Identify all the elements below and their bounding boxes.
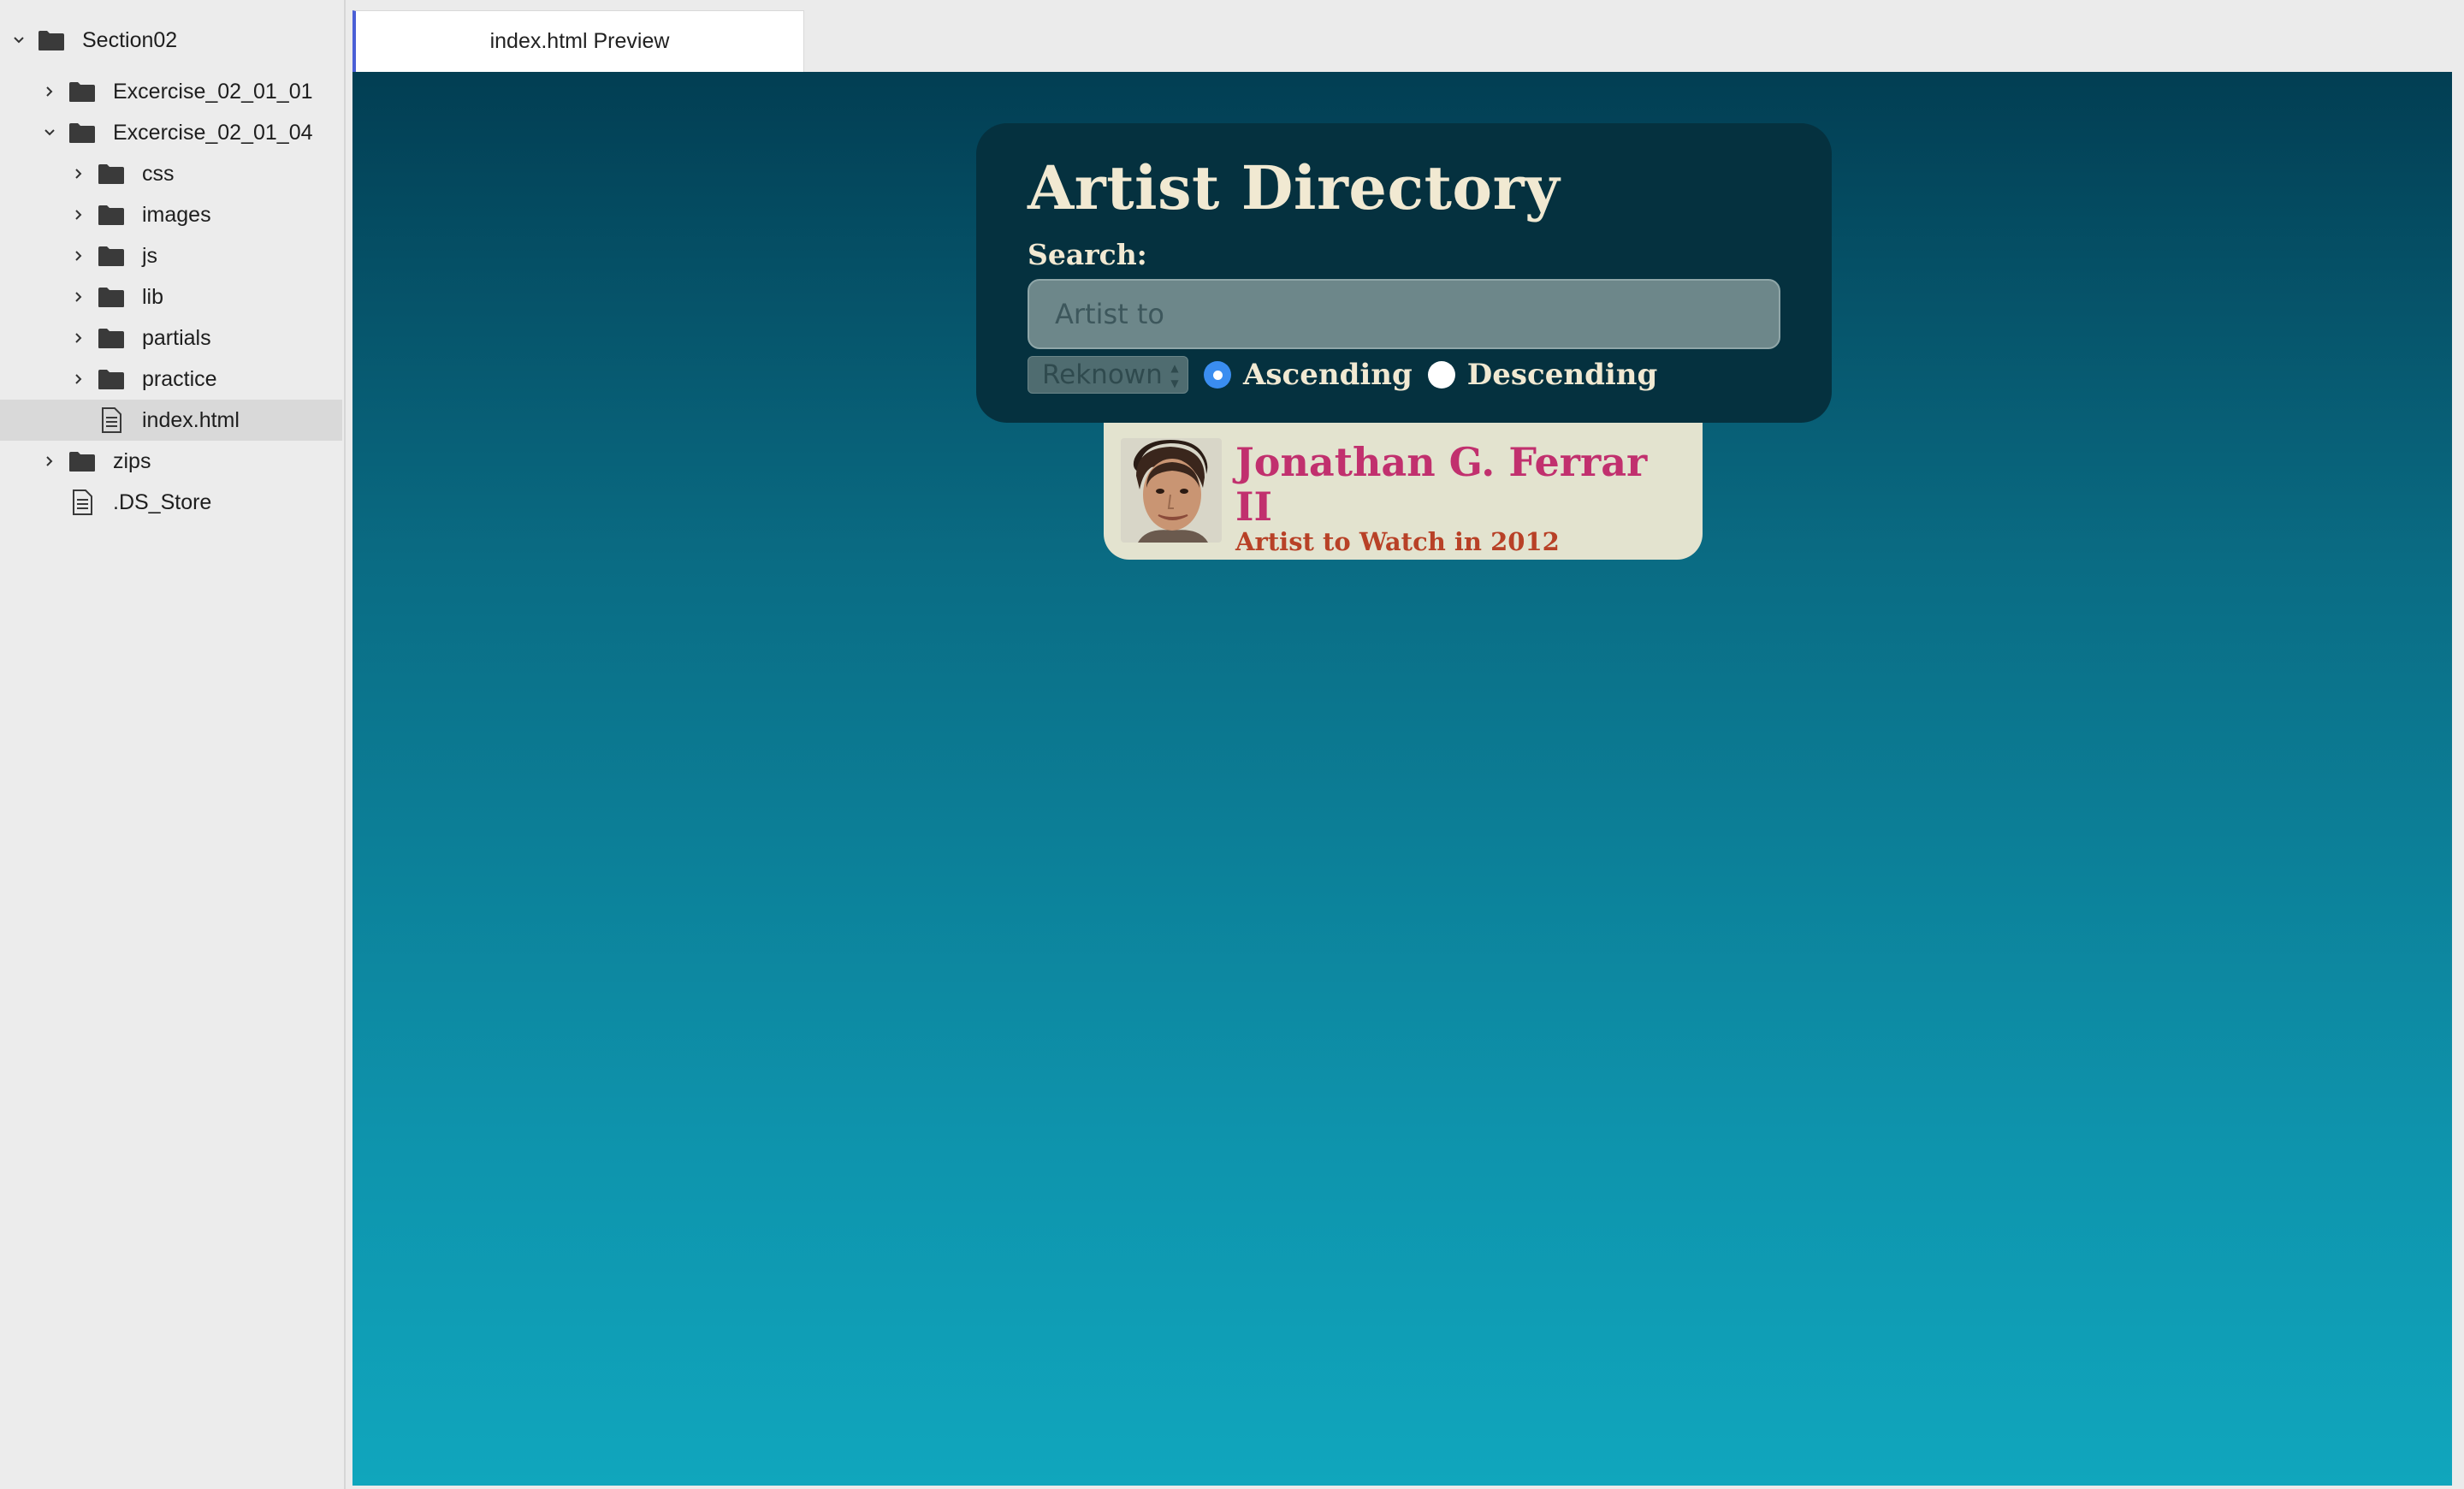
tree-item-zips[interactable]: zips — [0, 441, 342, 482]
folder-icon — [67, 448, 98, 474]
chevron-right-icon[interactable] — [70, 369, 87, 389]
tree-item-label: js — [142, 243, 158, 268]
page-title: Artist Directory — [1028, 152, 1561, 223]
artist-reknown: Artist to Watch in 2012 — [1235, 527, 1560, 556]
folder-icon — [96, 284, 127, 310]
avatar — [1121, 438, 1222, 543]
chevron-down-icon[interactable] — [10, 30, 27, 50]
ascending-label: Ascending — [1243, 358, 1413, 392]
chevron-right-icon[interactable] — [70, 246, 87, 266]
tree-item-label: images — [142, 202, 211, 227]
sort-controls: Reknown ▲ ▼ Ascending Descending — [1028, 354, 1780, 395]
tree-item-label: Excercise_02_01_04 — [113, 120, 313, 145]
tree-item-label: practice — [142, 366, 217, 391]
artist-card[interactable]: Jonathan G. Ferrar II Artist to Watch in… — [1104, 423, 1703, 560]
search-label: Search: — [1028, 238, 1147, 271]
chevron-right-icon[interactable] — [70, 328, 87, 348]
tree-item-excercise-02-01-01[interactable]: Excercise_02_01_01 — [0, 71, 342, 112]
tree-item-excercise-02-01-04[interactable]: Excercise_02_01_04 — [0, 112, 342, 153]
sort-select-value: Reknown — [1042, 359, 1163, 390]
tab-index-html-preview[interactable]: index.html Preview — [352, 10, 804, 72]
select-arrows-icon: ▲ ▼ — [1170, 362, 1179, 389]
ascending-radio[interactable] — [1204, 361, 1231, 389]
preview-pane: Artist Directory Search: Reknown ▲▼ Asce… — [352, 72, 2452, 1486]
artist-info: Jonathan G. Ferrar II Artist to Watch in… — [1235, 440, 1685, 555]
descending-label: Descending — [1466, 358, 1658, 392]
chevron-right-icon[interactable] — [41, 451, 58, 472]
tree-item-label: lib — [142, 284, 164, 309]
tree-item-images[interactable]: images — [0, 194, 342, 235]
tree-item-label: Section02 — [82, 27, 178, 52]
file-icon — [67, 489, 98, 515]
folder-icon — [96, 161, 127, 187]
tree-item-label: .DS_Store — [113, 489, 212, 514]
folder-icon — [96, 243, 127, 269]
tab-label: index.html Preview — [489, 29, 670, 53]
tree-item-label: partials — [142, 325, 211, 350]
folder-icon — [67, 79, 98, 104]
folder-icon — [96, 366, 127, 392]
tree-item-ds-store[interactable]: .DS_Store — [0, 482, 342, 523]
folder-icon — [96, 202, 127, 228]
tree-item-section02[interactable]: Section02 — [0, 20, 342, 61]
tree-item-label: index.html — [142, 407, 240, 432]
folder-icon — [36, 27, 67, 53]
tree-item-label: css — [142, 161, 175, 186]
tab-bar: index.html Preview — [351, 0, 2464, 72]
tree-item-label: Excercise_02_01_01 — [113, 79, 313, 104]
tree-item-practice[interactable]: practice — [0, 359, 342, 400]
tree-item-lib[interactable]: lib — [0, 276, 342, 317]
chevron-right-icon[interactable] — [41, 81, 58, 102]
folder-icon — [67, 120, 98, 145]
chevron-right-icon[interactable] — [70, 205, 87, 225]
search-input[interactable] — [1028, 279, 1780, 349]
folder-icon — [96, 325, 127, 351]
chevron-right-icon[interactable] — [70, 287, 87, 307]
file-tree-sidebar: Section02 Excercise_02_01_01 Excercise_0… — [0, 0, 346, 1489]
search-panel: Artist Directory Search: Reknown ▲▼ Asce… — [976, 123, 1832, 423]
tree-item-partials[interactable]: partials — [0, 317, 342, 359]
chevron-down-icon[interactable] — [41, 122, 58, 143]
artist-name: Jonathan G. Ferrar II — [1235, 439, 1648, 530]
tree-item-css[interactable]: css — [0, 153, 342, 194]
tree-item-label: zips — [113, 448, 151, 473]
sort-select[interactable]: Reknown ▲ ▼ — [1028, 356, 1188, 394]
chevron-right-icon[interactable] — [70, 163, 87, 184]
tree-item-index-html[interactable]: index.html — [0, 400, 342, 441]
descending-radio[interactable] — [1427, 361, 1455, 389]
tree-item-js[interactable]: js — [0, 235, 342, 276]
file-icon — [96, 407, 127, 433]
